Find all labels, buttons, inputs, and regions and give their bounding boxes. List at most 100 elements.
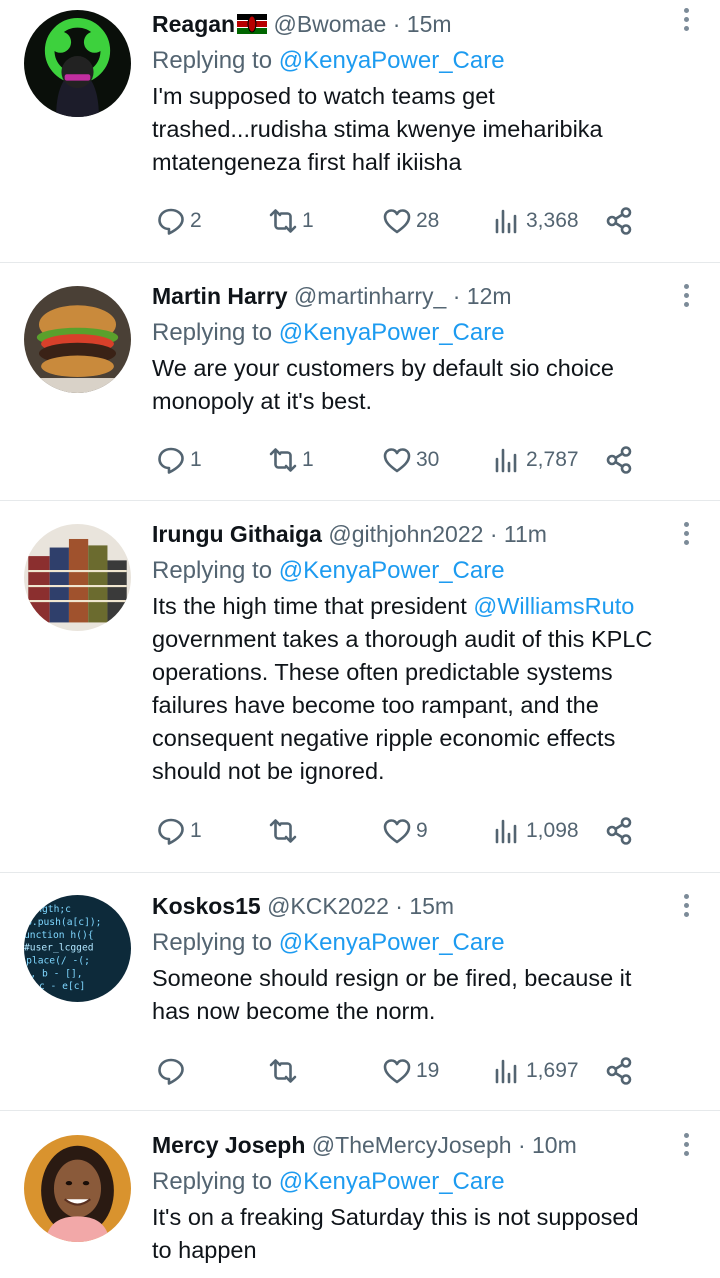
retweet-icon (268, 816, 298, 846)
timestamp[interactable]: 12m (467, 283, 512, 309)
timestamp[interactable]: 11m (504, 521, 547, 547)
tweet[interactable]: Martin Harry @martinharry_ · 12m Replyin… (0, 263, 720, 501)
views-icon (492, 816, 522, 846)
retweet-button[interactable] (268, 811, 302, 851)
like-button[interactable]: 9 (382, 811, 428, 851)
author-handle[interactable]: @TheMercyJoseph (312, 1132, 512, 1158)
view-count: 1,098 (526, 819, 579, 842)
more-icon[interactable] (684, 8, 690, 35)
tweet[interactable]: Mercy Joseph @TheMercyJoseph · 10m Reply… (0, 1111, 720, 1278)
retweet-count: 1 (302, 209, 314, 232)
retweet-icon (268, 1056, 298, 1086)
author-handle[interactable]: @Bwomae (273, 11, 386, 37)
separator: · (517, 1132, 526, 1158)
replying-to: Replying to @KenyaPower_Care (152, 557, 505, 584)
reply-count: 1 (190, 448, 202, 471)
retweet-button[interactable] (268, 1051, 302, 1091)
views-button[interactable]: 1,098 (492, 811, 579, 851)
mention-link[interactable]: @KenyaPower_Care (279, 929, 505, 956)
more-icon[interactable] (684, 522, 690, 549)
like-icon (382, 1056, 412, 1086)
mention-link[interactable]: @KenyaPower_Care (279, 1168, 505, 1195)
svg-text:b.push(a[c]);: b.push(a[c]); (26, 917, 101, 928)
retweet-button[interactable]: 1 (268, 201, 314, 241)
avatar[interactable] (24, 524, 131, 631)
tweet-text: It's on a freaking Saturday this is not … (152, 1204, 639, 1263)
svg-text:c - e[c]: c - e[c] (39, 981, 85, 992)
retweet-icon (268, 206, 298, 236)
author-name[interactable]: Reagan (152, 11, 235, 37)
mention-link[interactable]: @WilliamsRuto (473, 593, 634, 619)
svg-text:ength;c: ength;c (30, 904, 71, 915)
avatar[interactable] (24, 286, 131, 393)
more-icon[interactable] (684, 1133, 690, 1160)
like-count: 30 (416, 448, 440, 471)
tweet[interactable]: ength;c b.push(a[c]); unction h(){ #user… (0, 873, 720, 1111)
avatar[interactable]: ength;c b.push(a[c]); unction h(){ #user… (24, 895, 131, 1002)
more-icon[interactable] (684, 894, 690, 921)
reply-button[interactable]: 1 (156, 440, 202, 480)
avatar[interactable] (24, 10, 131, 117)
like-button[interactable]: 30 (382, 440, 439, 480)
view-count: 2,787 (526, 448, 579, 471)
svg-text:, b - [],: , b - [], (30, 968, 82, 979)
share-icon (604, 445, 634, 475)
reply-icon (156, 445, 186, 475)
author-name[interactable]: Koskos15 (152, 893, 261, 919)
reply-icon (156, 206, 186, 236)
share-button[interactable] (604, 1051, 634, 1091)
share-icon (604, 816, 634, 846)
replying-to: Replying to @KenyaPower_Care (152, 47, 505, 74)
like-count: 19 (416, 1059, 440, 1082)
share-button[interactable] (604, 811, 634, 851)
like-button[interactable]: 28 (382, 201, 439, 241)
mention-link[interactable]: @KenyaPower_Care (279, 557, 505, 584)
retweet-icon (268, 445, 298, 475)
author-name[interactable]: Martin Harry (152, 283, 287, 309)
views-button[interactable]: 1,697 (492, 1051, 579, 1091)
separator: · (392, 11, 401, 37)
tweet-text: We are your customers by default sio cho… (152, 355, 614, 414)
tweet-text: Someone should resign or be fired, becau… (152, 965, 632, 1024)
reply-icon (156, 1056, 186, 1086)
retweet-button[interactable]: 1 (268, 440, 314, 480)
timestamp[interactable]: 15m (409, 893, 454, 919)
replying-to: Replying to @KenyaPower_Care (152, 1168, 505, 1195)
views-button[interactable]: 3,368 (492, 201, 579, 241)
reply-button[interactable]: 2 (156, 201, 202, 241)
author-handle[interactable]: @martinharry_ (294, 283, 446, 309)
share-button[interactable] (604, 440, 634, 480)
like-icon (382, 445, 412, 475)
reply-count: 1 (190, 819, 202, 842)
author-name[interactable]: Irungu Githaiga (152, 521, 322, 547)
mention-link[interactable]: @KenyaPower_Care (279, 47, 505, 74)
mention-link[interactable]: @KenyaPower_Care (279, 319, 505, 346)
retweet-count: 1 (302, 448, 314, 471)
tweet[interactable]: Reagan @Bwomae · 15m Replying to @KenyaP… (0, 0, 720, 263)
like-count: 9 (416, 819, 428, 842)
separator: · (452, 283, 461, 309)
reply-button[interactable]: 1 (156, 811, 202, 851)
like-icon (382, 816, 412, 846)
tweet[interactable]: Irungu Githaiga @githjohn2022 · 11m Repl… (0, 501, 720, 873)
timestamp[interactable]: 10m (532, 1132, 577, 1158)
like-icon (382, 206, 412, 236)
avatar[interactable] (24, 1135, 131, 1242)
kenya-flag-icon (237, 14, 268, 34)
separator: · (395, 893, 403, 919)
separator: · (489, 521, 498, 547)
reply-button[interactable] (156, 1051, 190, 1091)
views-button[interactable]: 2,787 (492, 440, 579, 480)
more-icon[interactable] (684, 284, 690, 311)
author-name[interactable]: Mercy Joseph (152, 1132, 305, 1158)
replying-to: Replying to @KenyaPower_Care (152, 929, 505, 956)
author-handle[interactable]: @githjohn2022 (328, 521, 483, 547)
author-handle[interactable]: @KCK2022 (267, 893, 389, 919)
view-count: 3,368 (526, 209, 579, 232)
share-button[interactable] (604, 201, 634, 241)
views-icon (492, 445, 522, 475)
svg-text:unction h(){: unction h(){ (24, 930, 94, 941)
reply-icon (156, 816, 186, 846)
timestamp[interactable]: 15m (407, 11, 452, 37)
like-button[interactable]: 19 (382, 1051, 439, 1091)
